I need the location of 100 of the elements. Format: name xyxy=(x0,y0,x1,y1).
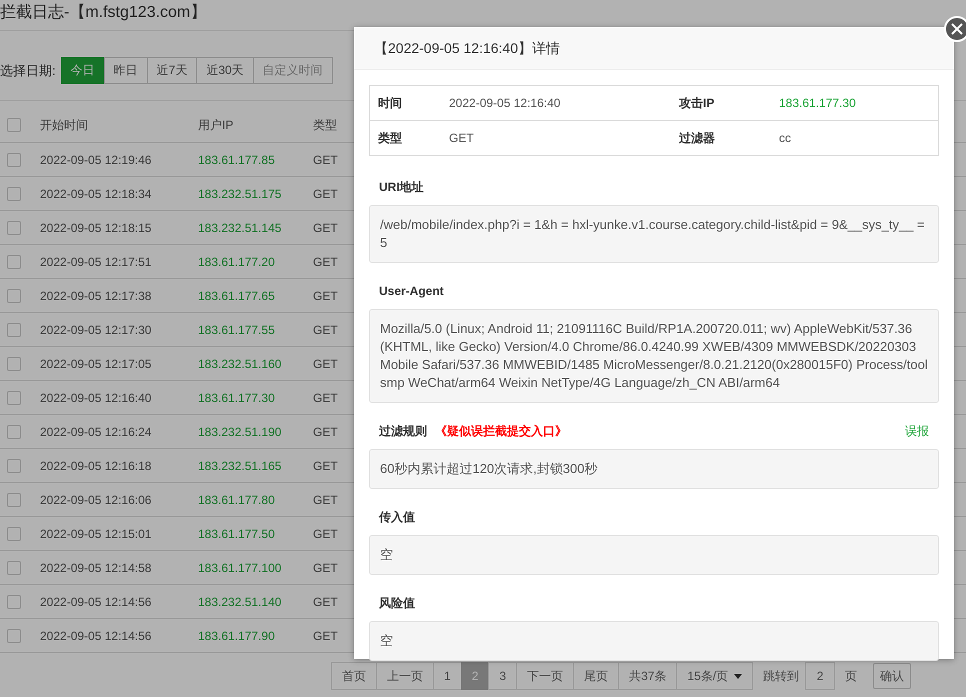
page-unit-label: 页 xyxy=(845,668,858,684)
time-cell-text: 2022-09-05 12:14:56 xyxy=(40,628,152,642)
date-range-button[interactable]: 今日 xyxy=(60,57,105,84)
type-cell-text: GET xyxy=(313,492,339,506)
previous-page-button[interactable]: 上一页 xyxy=(376,662,434,690)
date-range-button[interactable]: 近7天 xyxy=(146,57,198,84)
time-cell-text: 2022-09-05 12:18:34 xyxy=(40,186,152,200)
column-header: 类型 xyxy=(313,116,338,134)
row-checkbox[interactable] xyxy=(7,186,21,200)
info-value: GET xyxy=(448,130,475,147)
date-range-button[interactable]: 近30天 xyxy=(196,57,254,84)
row-checkbox[interactable] xyxy=(7,424,21,438)
total-count: 共37条 xyxy=(618,662,678,690)
ip-cell-text: 183.232.51.165 xyxy=(198,458,282,472)
type-cell-text: GET xyxy=(313,254,339,268)
time-cell-text: 2022-09-05 12:16:24 xyxy=(40,424,152,438)
type-cell-text: GET xyxy=(313,152,339,166)
time-cell-text: 2022-09-05 12:17:30 xyxy=(40,322,152,336)
date-filter-label: 选择日期: xyxy=(0,62,56,80)
section-label: 风险值 xyxy=(379,596,415,610)
select-all-checkbox[interactable] xyxy=(7,118,21,132)
time-cell-text: 2022-09-05 12:14:58 xyxy=(40,560,152,574)
info-value: 2022-09-05 12:16:40 xyxy=(441,86,671,121)
first-page-button[interactable]: 首页 xyxy=(331,662,377,690)
next-page-button[interactable]: 下一页 xyxy=(516,662,574,690)
ip-cell-text: 183.232.51.190 xyxy=(198,424,282,438)
info-label: 攻击IP xyxy=(671,86,771,121)
confirm-button[interactable]: 确认 xyxy=(873,663,912,689)
page-number-button[interactable]: 3 xyxy=(488,662,518,690)
ip-cell-text: 183.61.177.50 xyxy=(198,526,276,540)
jump-label: 跳转到 xyxy=(763,668,800,684)
row-checkbox[interactable] xyxy=(7,152,21,166)
row-checkbox[interactable] xyxy=(7,322,21,336)
ip-cell-text: 183.61.177.90 xyxy=(198,628,276,642)
ip-cell-text: 183.61.177.30 xyxy=(198,390,276,404)
time-cell-text: 2022-09-05 12:17:51 xyxy=(40,254,152,268)
section-value: 60秒内累计超过120次请求,封锁300秒 xyxy=(369,449,939,489)
info-label: 过滤器 xyxy=(678,130,716,147)
ip-cell-text: 183.61.177.80 xyxy=(198,492,276,506)
dialog-title: 【2022-09-05 12:16:40】详情 xyxy=(354,27,954,70)
ip-cell-text: 183.232.51.140 xyxy=(198,594,282,608)
page-input[interactable]: 2 xyxy=(805,662,836,690)
type-cell-text: GET xyxy=(313,186,339,200)
caret-icon xyxy=(734,674,742,678)
time-cell-text: 2022-09-05 12:17:05 xyxy=(40,356,152,370)
row-checkbox[interactable] xyxy=(7,560,21,574)
time-cell-text: 2022-09-05 12:19:46 xyxy=(40,152,152,166)
type-cell-text: GET xyxy=(313,594,339,608)
time-cell-text: 2022-09-05 12:15:01 xyxy=(40,526,152,540)
date-range-button[interactable]: 昨日 xyxy=(104,57,148,84)
type-cell-text: GET xyxy=(313,424,339,438)
row-checkbox[interactable] xyxy=(7,628,21,642)
type-cell-text: GET xyxy=(313,560,339,574)
section-label: User-Agent xyxy=(379,284,444,298)
rule-note-link[interactable]: 《疑似误拦截提交入口》 xyxy=(435,424,567,438)
ip-cell-text: 183.61.177.65 xyxy=(198,288,276,302)
section-value: 空 xyxy=(369,621,939,661)
page-number-button[interactable]: 1 xyxy=(433,662,462,690)
type-cell-text: GET xyxy=(313,390,339,404)
type-cell-text: GET xyxy=(313,220,339,234)
ip-cell-text: 183.61.177.85 xyxy=(198,152,276,166)
row-checkbox[interactable] xyxy=(7,526,21,540)
ip-cell-text: 183.61.177.20 xyxy=(198,254,276,268)
time-cell-text: 2022-09-05 12:17:38 xyxy=(40,288,152,302)
row-checkbox[interactable] xyxy=(7,390,21,404)
section-label: 传入值 xyxy=(379,510,415,524)
column-header: 开始时间 xyxy=(40,116,89,134)
ip-cell-text: 183.232.51.145 xyxy=(198,220,282,234)
row-checkbox[interactable] xyxy=(7,594,21,608)
time-cell-text: 2022-09-05 12:16:18 xyxy=(40,458,152,472)
info-value: 183.61.177.30 xyxy=(771,86,938,121)
close-icon xyxy=(951,23,963,35)
row-checkbox[interactable] xyxy=(7,458,21,472)
page-size-dropdown[interactable]: 15条/页 xyxy=(676,662,754,690)
time-cell-text: 2022-09-05 12:16:06 xyxy=(40,492,152,506)
type-cell-text: GET xyxy=(313,526,339,540)
time-cell-text: 2022-09-05 12:16:40 xyxy=(40,390,152,404)
type-cell-text: GET xyxy=(313,288,339,302)
info-value: cc xyxy=(778,130,792,147)
row-checkbox[interactable] xyxy=(7,220,21,234)
type-cell-text: GET xyxy=(313,458,339,472)
type-cell-text: GET xyxy=(313,628,339,642)
section-label: 过滤规则 xyxy=(379,424,427,438)
close-button[interactable] xyxy=(944,16,966,42)
time-cell-text: 2022-09-05 12:18:15 xyxy=(40,220,152,234)
row-checkbox[interactable] xyxy=(7,288,21,302)
section-value: 空 xyxy=(369,535,939,575)
row-checkbox[interactable] xyxy=(7,356,21,370)
ip-cell-text: 183.61.177.100 xyxy=(198,560,282,574)
ip-cell-text: 183.61.177.55 xyxy=(198,322,276,336)
ip-cell-text: 183.232.51.160 xyxy=(198,356,282,370)
type-cell-text: GET xyxy=(313,322,339,336)
report-link[interactable]: 误报 xyxy=(905,422,929,440)
column-header: 用户IP xyxy=(198,116,234,134)
row-checkbox[interactable] xyxy=(7,254,21,268)
date-range-button[interactable]: 自定义时间 xyxy=(252,57,333,84)
last-page-button[interactable]: 尾页 xyxy=(573,662,620,690)
type-cell-text: GET xyxy=(313,356,339,370)
section-value: /web/mobile/index.php?i = 1&h = hxl-yunke.v1.course.category.child-list&pid = 9&__sys_ty__ = 5 xyxy=(369,205,939,263)
row-checkbox[interactable] xyxy=(7,492,21,506)
